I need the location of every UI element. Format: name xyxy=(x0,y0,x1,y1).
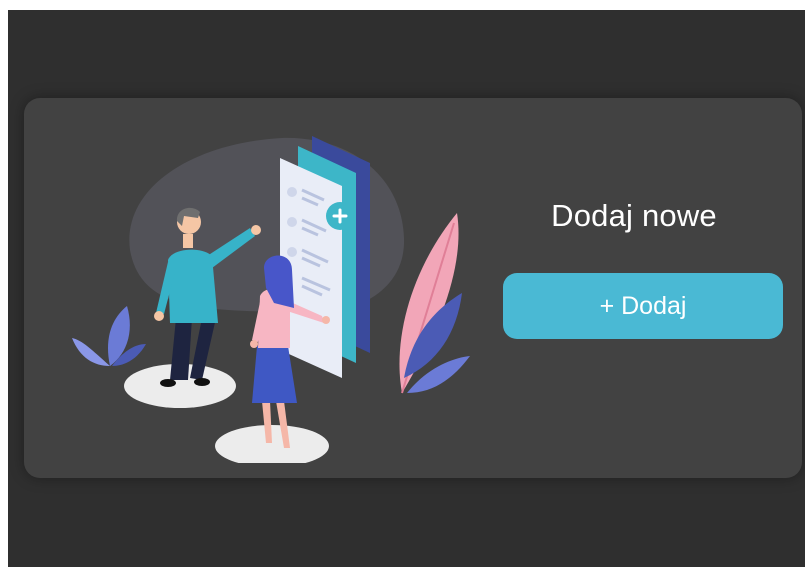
doc-bullet-1 xyxy=(287,187,297,197)
card-title: Dodaj nowe xyxy=(551,198,717,233)
floor-ellipse-right xyxy=(215,425,329,463)
doc-bullet-2 xyxy=(287,217,297,227)
leaf-blue-left-2 xyxy=(72,338,110,366)
doc-bullet-3 xyxy=(287,247,297,257)
add-new-card: Dodaj nowe + Dodaj xyxy=(24,98,802,478)
people-with-documents-illustration xyxy=(72,136,470,463)
app-screen: Dodaj nowe + Dodaj xyxy=(8,10,805,567)
add-button[interactable]: + Dodaj xyxy=(503,273,783,339)
